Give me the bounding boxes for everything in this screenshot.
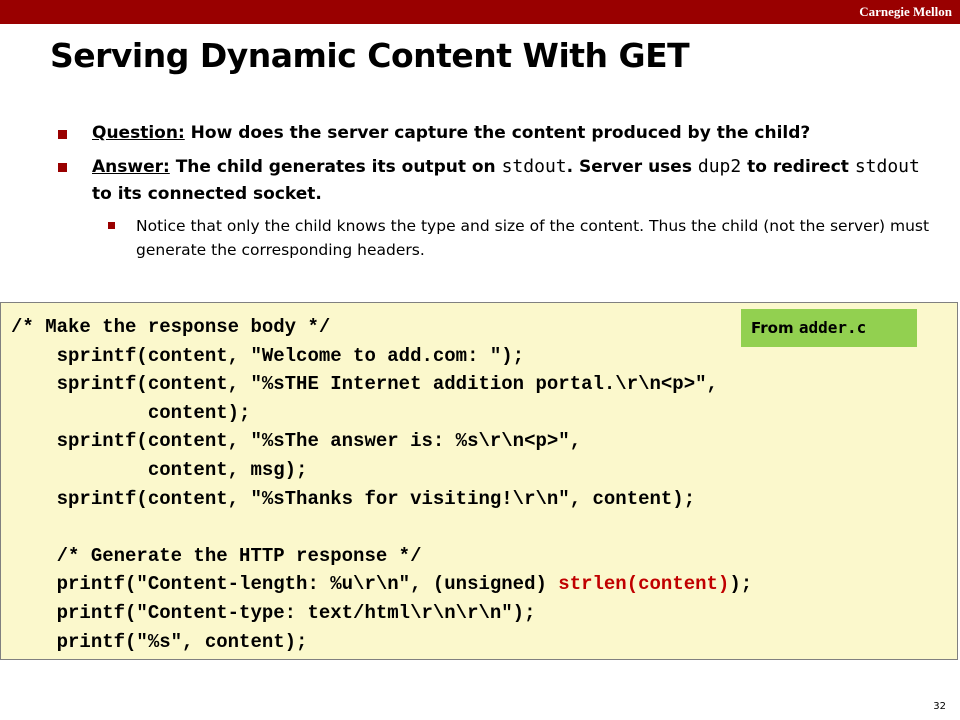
code-highlight: strlen(content) xyxy=(558,573,730,596)
sub-bullet-square-icon xyxy=(108,222,115,229)
answer-code-stdout: stdout xyxy=(501,156,567,177)
bullet-question: Question: How does the server capture th… xyxy=(56,120,936,147)
code-line: printf("%s", content); xyxy=(11,630,308,653)
code-line: content); xyxy=(11,401,251,424)
sub-bullet-notice: Notice that only the child knows the typ… xyxy=(56,214,936,262)
bullet-square-icon xyxy=(58,130,67,139)
answer-text: to its connected socket. xyxy=(92,184,322,204)
answer-code-stdout: stdout xyxy=(854,156,920,177)
bullet-list: Question: How does the server capture th… xyxy=(56,120,936,262)
brand-label: Carnegie Mellon xyxy=(859,4,952,19)
bullet-square-icon xyxy=(58,163,67,172)
code-line: /* Generate the HTTP response */ xyxy=(11,544,422,567)
code-line: sprintf(content, "%sThanks for visiting!… xyxy=(11,487,696,510)
notice-text: Notice that only the child knows the typ… xyxy=(136,217,930,259)
code-line: content, msg); xyxy=(11,458,308,481)
question-label: Question: xyxy=(92,123,185,143)
answer-label: Answer: xyxy=(92,157,170,177)
page-number: 32 xyxy=(933,701,946,712)
source-filename: adder.c xyxy=(798,318,867,337)
answer-text: . Server uses xyxy=(566,157,698,177)
slide-title: Serving Dynamic Content With GET xyxy=(50,36,690,75)
answer-text: The child generates its output on xyxy=(169,157,502,177)
code-listing: /* Make the response body */ sprintf(con… xyxy=(11,313,752,656)
code-line: /* Make the response body */ xyxy=(11,316,331,338)
code-line: sprintf(content, "%sThe answer is: %s\r\… xyxy=(11,430,593,453)
code-line: sprintf(content, "Welcome to add.com: ")… xyxy=(11,344,525,367)
code-line: printf("Content-type: text/html\r\n\r\n"… xyxy=(11,601,536,624)
code-line: printf("Content-length: %u\r\n", (unsign… xyxy=(11,573,559,596)
code-line: ); xyxy=(729,573,753,596)
bullet-answer: Answer: The child generates its output o… xyxy=(56,153,936,208)
source-file-label: From adder.c xyxy=(741,309,917,347)
answer-text: to redirect xyxy=(741,157,855,177)
code-block: /* Make the response body */ sprintf(con… xyxy=(0,302,958,660)
answer-code-dup2: dup2 xyxy=(697,156,742,177)
source-prefix: From xyxy=(751,319,799,337)
code-line: sprintf(content, "%sTHE Internet additio… xyxy=(11,373,730,396)
top-bar: Carnegie Mellon xyxy=(0,0,960,24)
question-text: How does the server capture the content … xyxy=(184,123,811,143)
